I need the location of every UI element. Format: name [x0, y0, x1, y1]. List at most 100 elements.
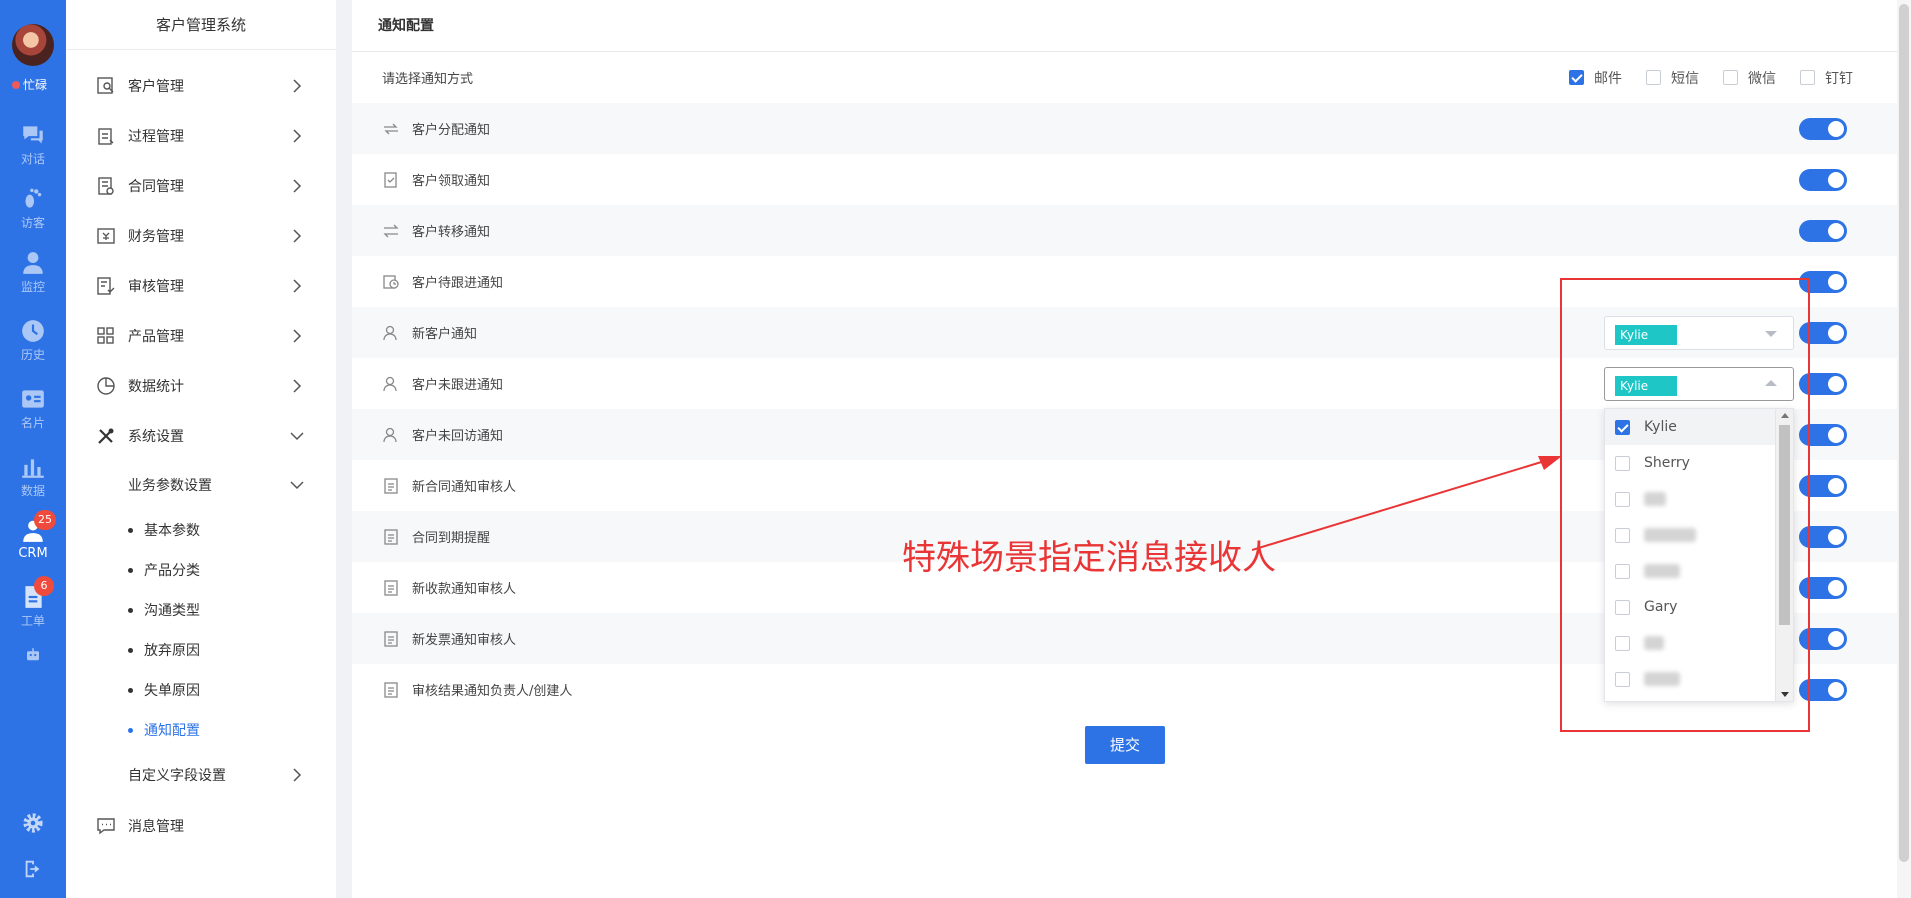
notify-toggle[interactable] — [1799, 117, 1847, 140]
notify-config-panel: 通知配置 请选择通知方式 邮件 短信 微信 钉钉 客户分配通知 客户领取通知 客… — [352, 0, 1897, 898]
rail-item-chat[interactable]: 对话 — [0, 122, 66, 167]
gear-icon — [23, 813, 43, 833]
method-checkbox-wechat[interactable] — [1723, 70, 1738, 85]
notify-label: 客户待跟进通知 — [412, 276, 504, 291]
notify-label: 新合同通知审核人 — [412, 480, 517, 495]
finance-icon — [97, 228, 115, 244]
no-revisit-icon — [383, 427, 397, 442]
tools-icon — [98, 428, 114, 444]
notify-label: 新发票通知审核人 — [412, 633, 517, 648]
method-checkbox-email[interactable] — [1569, 70, 1584, 85]
submit-button[interactable]: 提交 — [1085, 726, 1165, 764]
menu-item-audit[interactable]: 审核管理 — [66, 266, 336, 306]
sidebar-title: 客户管理系统 — [66, 0, 336, 50]
page-scroll-thumb[interactable] — [1899, 4, 1909, 862]
customer-icon — [97, 77, 114, 94]
menu-label-messages: 消息管理 — [128, 819, 184, 835]
rail-item-monitor[interactable]: 监控 — [0, 250, 66, 295]
sub-item-loss-reason[interactable]: 失单原因 — [66, 672, 336, 708]
document-icon — [384, 630, 398, 647]
annotation-text: 特殊场景指定消息接收人 — [902, 538, 1276, 578]
rail-item-logout[interactable] — [0, 858, 66, 880]
chevron-right-icon — [293, 279, 302, 293]
menu-item-messages[interactable]: 消息管理 — [66, 806, 336, 846]
assign-icon — [384, 123, 398, 134]
menu-item-finance[interactable]: 财务管理 — [66, 216, 336, 256]
document-icon — [384, 528, 398, 545]
menu-label-audit: 审核管理 — [128, 279, 184, 295]
rail-item-history[interactable]: 历史 — [0, 318, 66, 363]
ticket-badge: 6 — [34, 576, 54, 596]
avatar[interactable] — [12, 24, 54, 66]
menu-subgroup-custom-fields[interactable]: 自定义字段设置 — [66, 755, 336, 795]
menu-subgroup-business-params[interactable]: 业务参数设置 — [66, 465, 336, 505]
chevron-down-icon — [290, 432, 304, 441]
sidebar: 客户管理系统 客户管理 过程管理 合同管理 财务管理 审核管理 产品管理 数据统… — [66, 0, 336, 898]
menu-label-customer: 客户管理 — [128, 79, 184, 95]
pie-chart-icon — [97, 377, 115, 395]
footprint-icon — [25, 188, 42, 208]
robot-icon — [27, 648, 39, 661]
notify-label: 客户转移通知 — [412, 225, 491, 240]
rail-item-card[interactable]: 名片 — [0, 386, 66, 431]
crm-badge: 25 — [34, 510, 56, 530]
method-label-dingtalk: 钉钉 — [1825, 70, 1853, 87]
card-icon — [22, 390, 44, 408]
bullet — [128, 647, 133, 653]
rail-label-history: 历史 — [20, 348, 45, 362]
rail-item-settings[interactable] — [0, 812, 66, 834]
method-prompt: 请选择通知方式 — [382, 72, 474, 87]
subgroup-label: 业务参数设置 — [128, 478, 212, 494]
rail-item-robot[interactable] — [0, 646, 66, 664]
notify-label: 客户领取通知 — [412, 174, 491, 189]
menu-item-stats[interactable]: 数据统计 — [66, 366, 336, 406]
notify-toggle[interactable] — [1799, 219, 1847, 242]
status-dot — [12, 81, 20, 89]
audit-icon — [97, 277, 115, 295]
rail-label-ticket: 工单 — [20, 614, 45, 628]
rail-label-card: 名片 — [20, 416, 45, 430]
sub-item-comm-type[interactable]: 沟通类型 — [66, 592, 336, 628]
method-checkbox-dingtalk[interactable] — [1800, 70, 1815, 85]
menu-item-product[interactable]: 产品管理 — [66, 316, 336, 356]
menu-item-customer[interactable]: 客户管理 — [66, 66, 336, 106]
logout-icon — [25, 860, 40, 878]
sub-item-notify-config[interactable]: 通知配置 — [66, 712, 336, 748]
sub-label: 产品分类 — [144, 563, 200, 579]
sub-label: 放弃原因 — [144, 643, 200, 659]
notify-label: 审核结果通知负责人/创建人 — [412, 684, 573, 699]
rail-item-data[interactable]: 数据 — [0, 454, 66, 499]
rail-item-crm[interactable]: 25 CRM — [0, 510, 66, 561]
clock-icon — [22, 320, 44, 342]
rail-item-ticket[interactable]: 6 工单 — [0, 576, 66, 629]
menu-item-contract[interactable]: 合同管理 — [66, 166, 336, 206]
menu-item-settings[interactable]: 系统设置 — [66, 416, 336, 456]
sub-item-abandon-reason[interactable]: 放弃原因 — [66, 632, 336, 668]
document-icon — [384, 579, 398, 596]
sub-item-product-category[interactable]: 产品分类 — [66, 552, 336, 588]
chevron-right-icon — [293, 79, 302, 93]
process-icon — [98, 128, 114, 145]
method-label-wechat: 微信 — [1748, 70, 1776, 87]
bullet — [128, 567, 133, 573]
method-label-sms: 短信 — [1671, 70, 1699, 87]
bullet — [128, 527, 133, 533]
notify-row: 客户转移通知 — [352, 205, 1897, 256]
notify-toggle[interactable] — [1799, 168, 1847, 191]
rail-label-crm: CRM — [18, 546, 48, 561]
method-checkbox-sms[interactable] — [1646, 70, 1661, 85]
menu-label-product: 产品管理 — [128, 329, 184, 345]
status-indicator[interactable]: 忙碌 — [12, 76, 47, 93]
page-scrollbar[interactable] — [1897, 0, 1911, 898]
panel-title: 通知配置 — [352, 0, 1897, 52]
menu-label-finance: 财务管理 — [128, 229, 184, 245]
sub-item-basic-params[interactable]: 基本参数 — [66, 512, 336, 548]
rail-item-visitor[interactable]: 访客 — [0, 186, 66, 231]
menu-label-process: 过程管理 — [128, 129, 184, 145]
chevron-right-icon — [293, 229, 302, 243]
menu-item-process[interactable]: 过程管理 — [66, 116, 336, 156]
sub-label: 失单原因 — [144, 683, 200, 699]
chevron-right-icon — [293, 179, 302, 193]
no-followup-icon — [383, 376, 397, 391]
sub-label: 沟通类型 — [144, 603, 200, 619]
